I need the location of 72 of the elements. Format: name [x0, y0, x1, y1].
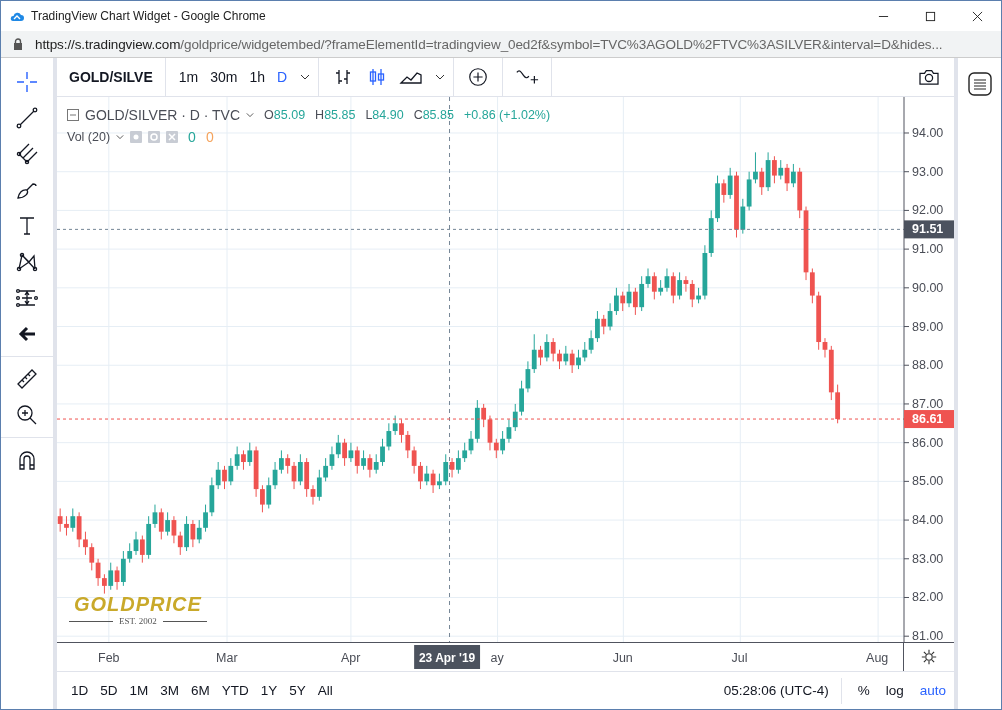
window-title: TradingView Chart Widget - Google Chrome [31, 9, 266, 23]
goldprice-logo: GOLDPRICE EST. 2002 [69, 593, 207, 626]
maximize-icon[interactable] [925, 10, 936, 22]
volume-value: 0 [188, 129, 196, 145]
ruler-tool-icon[interactable] [15, 367, 39, 391]
time-axis-label: Aug [866, 651, 889, 665]
change-value: +0.86 (+1.02%) [463, 108, 551, 122]
price-axis-label: 84.00 [912, 513, 944, 528]
ohlc-value: H85.85 [315, 108, 356, 122]
ref-line-label: 91.51 [912, 222, 944, 237]
interval-button[interactable]: D [272, 69, 293, 85]
range-button[interactable]: 1Y [254, 683, 284, 698]
chevron-down-icon[interactable] [435, 74, 446, 80]
range-button[interactable]: YTD [215, 683, 255, 698]
ohlc-value: C85.85 [413, 108, 454, 122]
price-axis-label: 88.00 [912, 358, 944, 373]
lock-icon [13, 38, 23, 50]
date-badge: 23 Apr '19 [414, 645, 481, 669]
range-button[interactable]: 1D [65, 683, 95, 698]
interval-button[interactable]: 1h [244, 69, 270, 85]
ref-line-label: 86.61 [912, 412, 944, 427]
ohlc-value: L84.90 [365, 108, 404, 122]
price-axis-label: 85.00 [912, 474, 944, 489]
close-icon[interactable] [972, 10, 983, 22]
price-axis-label: 83.00 [912, 551, 944, 566]
settings-icon[interactable] [921, 649, 938, 665]
range-button[interactable]: 3M [154, 683, 186, 698]
trend-line-tool-icon[interactable] [15, 106, 39, 130]
time-axis-label: Jul [731, 651, 748, 665]
price-axis-label: 93.00 [912, 164, 944, 179]
scale-button[interactable]: log [877, 683, 912, 698]
scale-button[interactable]: % [849, 683, 878, 698]
price-badge: 91.51 [904, 220, 954, 239]
price-axis-label: 81.00 [912, 629, 944, 642]
price-badge: 86.61 [904, 410, 954, 429]
price-axis-label: 94.00 [912, 126, 944, 140]
time-axis-label: Jun [612, 651, 633, 665]
time-axis-label: ay [490, 651, 504, 665]
range-button[interactable]: 5Y [283, 683, 312, 698]
crosshair-tool-icon[interactable] [15, 70, 39, 94]
collapse-icon[interactable] [67, 109, 79, 121]
clock-label: 05:28:06 (UTC-4) [723, 683, 829, 698]
ohlc-value: O85.09 [264, 108, 306, 122]
volume-label[interactable]: Vol (20) [67, 130, 111, 144]
list-icon[interactable] [967, 72, 992, 96]
price-axis-label: 87.00 [912, 396, 944, 411]
pattern-tool-icon[interactable] [15, 250, 39, 274]
camera-icon[interactable] [918, 68, 940, 86]
range-button[interactable]: 6M [185, 683, 216, 698]
price-axis-label: 86.00 [912, 435, 944, 450]
measure-tool-icon[interactable] [15, 286, 39, 310]
time-axis-label: Mar [216, 651, 238, 665]
cloud-icon [9, 10, 25, 22]
price-axis-label: 89.00 [912, 319, 944, 334]
interval-button[interactable]: 30m [205, 69, 243, 85]
scale-button[interactable]: auto [911, 683, 954, 698]
time-axis-label: Apr [340, 651, 361, 665]
zoom-tool-icon[interactable] [15, 403, 39, 427]
interval-button[interactable]: 1m [173, 69, 204, 85]
price-axis-label: 90.00 [912, 280, 944, 295]
range-button[interactable]: All [311, 683, 339, 698]
price-axis-label: 92.00 [912, 203, 944, 218]
range-button[interactable]: 5D [94, 683, 124, 698]
fork-tool-icon[interactable] [15, 142, 39, 166]
legend-title[interactable]: GOLD/SILVER · D · TVC [85, 107, 241, 123]
time-axis-label: Feb [98, 651, 120, 665]
symbol-label[interactable]: GOLD/SILVE [57, 58, 166, 96]
volume-value: 0 [205, 129, 214, 145]
price-axis-label: 82.00 [912, 590, 944, 605]
price-axis-label: 91.00 [912, 242, 944, 257]
range-button[interactable]: 1M [123, 683, 155, 698]
chevron-down-icon[interactable] [300, 74, 311, 80]
